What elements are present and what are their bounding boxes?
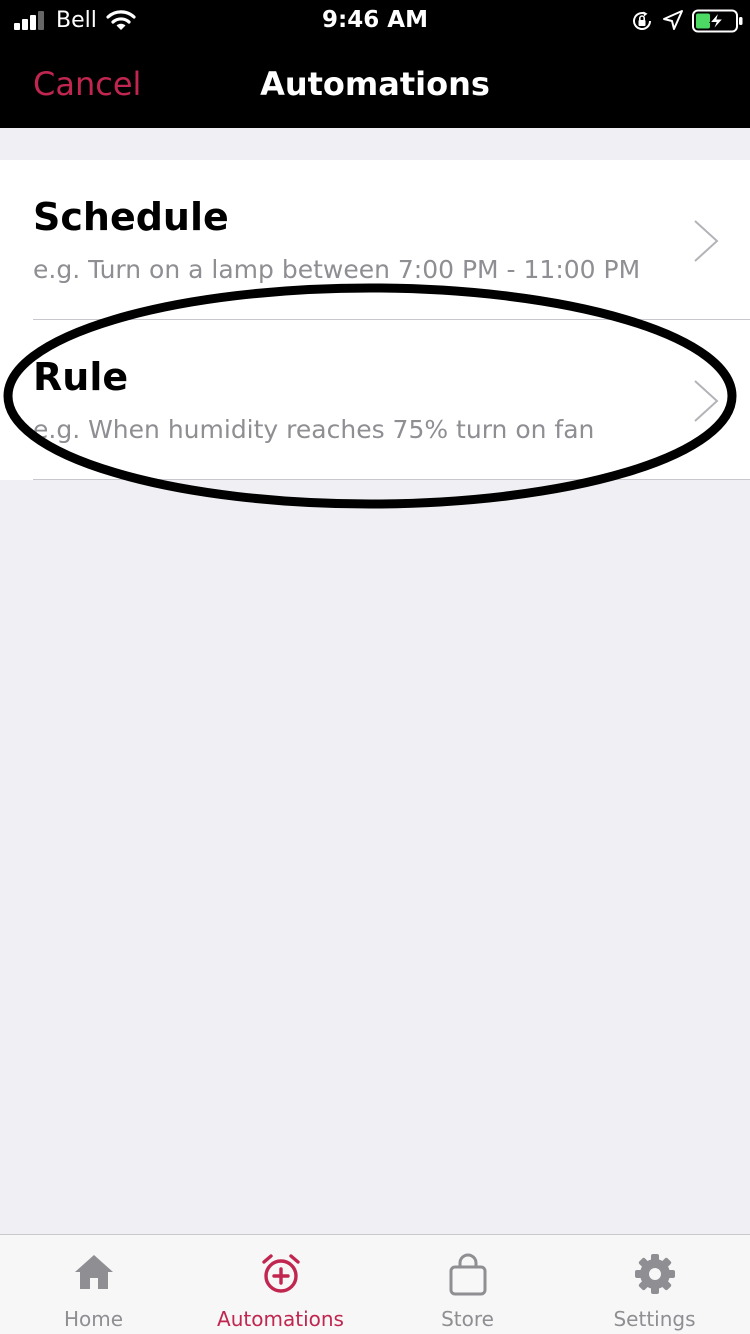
page-title: Automations [260,65,490,103]
tab-settings[interactable]: Settings [561,1235,748,1334]
alarm-clock-plus-icon [261,1254,300,1293]
home-icon [74,1255,113,1289]
tab-label: Store [441,1307,494,1331]
gear-icon [634,1254,675,1294]
orientation-lock-icon [633,11,651,30]
list-item-title: Schedule [33,195,229,239]
list-item-subtitle: e.g. When humidity reaches 75% turn on f… [33,415,595,444]
automation-type-list: Schedule e.g. Turn on a lamp between 7:0… [0,160,750,480]
tab-store[interactable]: Store [374,1235,561,1334]
list-item-subtitle: e.g. Turn on a lamp between 7:00 PM - 11… [33,255,641,284]
list-divider [33,479,750,480]
status-bar: Bell 9:46 AM [0,0,750,40]
tab-label: Automations [217,1307,344,1331]
chevron-right-icon [694,220,719,262]
battery-charging-icon [692,9,743,33]
location-arrow-icon [663,10,683,30]
list-item-schedule[interactable]: Schedule e.g. Turn on a lamp between 7:0… [0,160,750,320]
shopping-bag-icon [449,1253,486,1296]
tab-automations[interactable]: Automations [187,1235,374,1334]
tab-bar: Home Automations Store Settings [0,1234,750,1334]
list-item-title: Rule [33,355,129,399]
tab-label: Home [63,1307,124,1331]
chevron-right-icon [694,380,719,422]
list-divider [33,319,750,320]
navigation-bar: Cancel Automations [0,40,750,128]
tab-home[interactable]: Home [0,1235,187,1334]
tab-label: Settings [613,1307,696,1331]
list-item-rule[interactable]: Rule e.g. When humidity reaches 75% turn… [0,320,750,480]
